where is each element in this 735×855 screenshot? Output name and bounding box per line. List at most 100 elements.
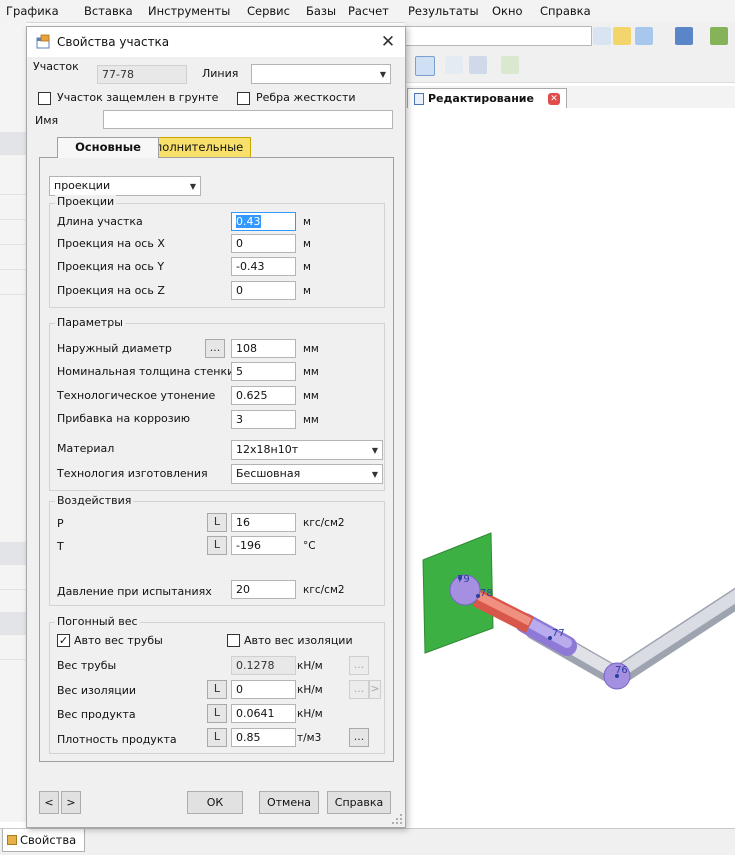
pick-diameter-button[interactable]: ... xyxy=(205,339,225,358)
left-panel-strip xyxy=(0,22,26,822)
thinning-unit: мм xyxy=(303,390,319,402)
manufacturing-select[interactable]: Бесшовная ▼ xyxy=(231,464,383,484)
document-icon xyxy=(414,92,424,105)
temperature-load-button[interactable]: L xyxy=(207,536,227,555)
density-dots-button[interactable]: ... xyxy=(349,728,369,747)
pipe-segment-76-up-shade xyxy=(609,589,735,681)
pipe-tool-icon[interactable] xyxy=(469,56,487,74)
node-tool-icon[interactable] xyxy=(415,56,435,76)
close-button[interactable]: ✕ xyxy=(377,31,399,53)
dimension-icon[interactable] xyxy=(710,27,728,45)
menu-results[interactable]: Результаты xyxy=(408,4,479,18)
group-parameters-label: Параметры xyxy=(55,316,125,329)
corrosion-label: Прибавка на коррозию xyxy=(57,412,191,425)
proj-x-input[interactable]: 0 xyxy=(231,234,296,253)
dropdown-icon[interactable] xyxy=(593,27,611,45)
proj-x-unit: м xyxy=(303,238,311,250)
outer-diameter-input[interactable]: 108 xyxy=(231,339,296,358)
menu-insert[interactable]: Вставка xyxy=(84,4,133,18)
insulation-weight-input[interactable]: 0 xyxy=(231,680,296,699)
ribs-checkbox[interactable] xyxy=(237,92,250,105)
link-tool-icon[interactable] xyxy=(445,56,463,74)
view-3d-icon[interactable] xyxy=(675,27,693,45)
menu-window[interactable]: Окно xyxy=(492,4,523,18)
tab-editing[interactable]: Редактирование ✕ xyxy=(407,88,567,108)
auto-insulation-weight-label: Авто вес изоляции xyxy=(244,634,353,647)
menu-help[interactable]: Справка xyxy=(540,4,591,18)
outer-diameter-unit: мм xyxy=(303,343,319,355)
rotate-icon[interactable] xyxy=(635,27,653,45)
auto-pipe-weight-checkbox[interactable]: ✓ xyxy=(57,634,70,647)
ok-button[interactable]: ОК xyxy=(187,791,243,814)
auto-insulation-weight-checkbox[interactable] xyxy=(227,634,240,647)
ribs-checkbox-label: Ребра жесткости xyxy=(256,91,356,104)
name-input[interactable] xyxy=(103,110,393,129)
temperature-input[interactable]: -196 xyxy=(231,536,296,555)
report-tool-icon[interactable] xyxy=(501,56,519,74)
input-mode-select[interactable]: проекции ▼ xyxy=(49,176,201,196)
close-tab-icon[interactable]: ✕ xyxy=(547,92,560,105)
thinning-label: Технологическое утонение xyxy=(57,389,216,402)
pipe-weight-dots-button[interactable]: ... xyxy=(349,656,369,675)
toolbar-combo[interactable] xyxy=(405,26,592,46)
insulation-weight-label: Вес изоляции xyxy=(57,684,137,697)
outer-diameter-label: Наружный диаметр xyxy=(57,342,172,355)
menu-bases[interactable]: Базы xyxy=(306,4,336,18)
bottom-panel-tabs: Свойства xyxy=(0,828,735,855)
line-select[interactable]: ▼ xyxy=(251,64,391,84)
product-density-label: Плотность продукта xyxy=(57,733,177,746)
menu-service[interactable]: Сервис xyxy=(247,4,290,18)
insulation-weight-unit: кН/м xyxy=(297,684,323,696)
auto-pipe-weight-label: Авто вес трубы xyxy=(74,634,163,647)
properties-icon xyxy=(7,835,17,845)
chevron-down-icon: ▼ xyxy=(371,446,378,455)
wall-thickness-label: Номинальная толщина стенки xyxy=(57,365,235,378)
pressure-unit: кгс/см2 xyxy=(303,517,345,529)
density-load-button[interactable]: L xyxy=(207,728,227,747)
product-load-button[interactable]: L xyxy=(207,704,227,723)
model-viewport[interactable]: 79 78 77 76 xyxy=(405,108,735,828)
menu-tools[interactable]: Инструменты xyxy=(148,4,230,18)
product-weight-input[interactable]: 0.0641 xyxy=(231,704,296,723)
toolbar-top xyxy=(405,22,735,51)
menu-calculation[interactable]: Расчет xyxy=(348,4,389,18)
pressure-input[interactable]: 16 xyxy=(231,513,296,532)
pressure-label: P xyxy=(57,517,64,530)
prev-segment-button[interactable]: < xyxy=(39,791,59,814)
test-pressure-input[interactable]: 20 xyxy=(231,580,296,599)
insulation-load-button[interactable]: L xyxy=(207,680,227,699)
help-button[interactable]: Справка xyxy=(327,791,391,814)
product-density-input[interactable]: 0.85 xyxy=(231,728,296,747)
insulation-weight-expand-button[interactable]: > xyxy=(369,680,381,699)
menu-graphics[interactable]: Графика xyxy=(6,4,59,18)
proj-y-label: Проекция на ось Y xyxy=(57,260,165,273)
tab-basic[interactable]: Основные xyxy=(57,137,159,158)
resize-grip-icon[interactable] xyxy=(391,813,403,825)
next-segment-button[interactable]: > xyxy=(61,791,81,814)
tab-editing-label: Редактирование xyxy=(428,92,534,105)
wall-thickness-input[interactable]: 5 xyxy=(231,362,296,381)
dialog-titlebar[interactable]: Свойства участка ✕ xyxy=(27,27,405,57)
pressure-load-button[interactable]: L xyxy=(207,513,227,532)
corrosion-input[interactable]: 3 xyxy=(231,410,296,429)
material-select[interactable]: 12х18н10т ▼ xyxy=(231,440,383,460)
corrosion-unit: мм xyxy=(303,414,319,426)
buried-checkbox[interactable] xyxy=(38,92,51,105)
thinning-input[interactable]: 0.625 xyxy=(231,386,296,405)
cancel-button[interactable]: Отмена xyxy=(259,791,319,814)
segment-properties-dialog: Свойства участка ✕ Участок 77-78 Линия ▼… xyxy=(26,26,406,828)
test-pressure-unit: кгс/см2 xyxy=(303,584,345,596)
product-density-unit: т/м3 xyxy=(297,732,322,744)
tab-properties[interactable]: Свойства xyxy=(2,829,86,852)
tab-properties-label: Свойства xyxy=(20,833,77,847)
chevron-down-icon: ▼ xyxy=(189,182,196,191)
snap-icon[interactable] xyxy=(613,27,631,45)
proj-y-input[interactable]: -0.43 xyxy=(231,257,296,276)
length-input[interactable]: 0.43 xyxy=(231,212,296,231)
insulation-weight-dots-button[interactable]: ... xyxy=(349,680,369,699)
node-label-77: 77 xyxy=(552,628,565,639)
proj-z-input[interactable]: 0 xyxy=(231,281,296,300)
group-projections-label: Проекции xyxy=(55,195,117,208)
node-label-78: 78 xyxy=(480,588,493,599)
chevron-down-icon: ▼ xyxy=(379,70,386,79)
